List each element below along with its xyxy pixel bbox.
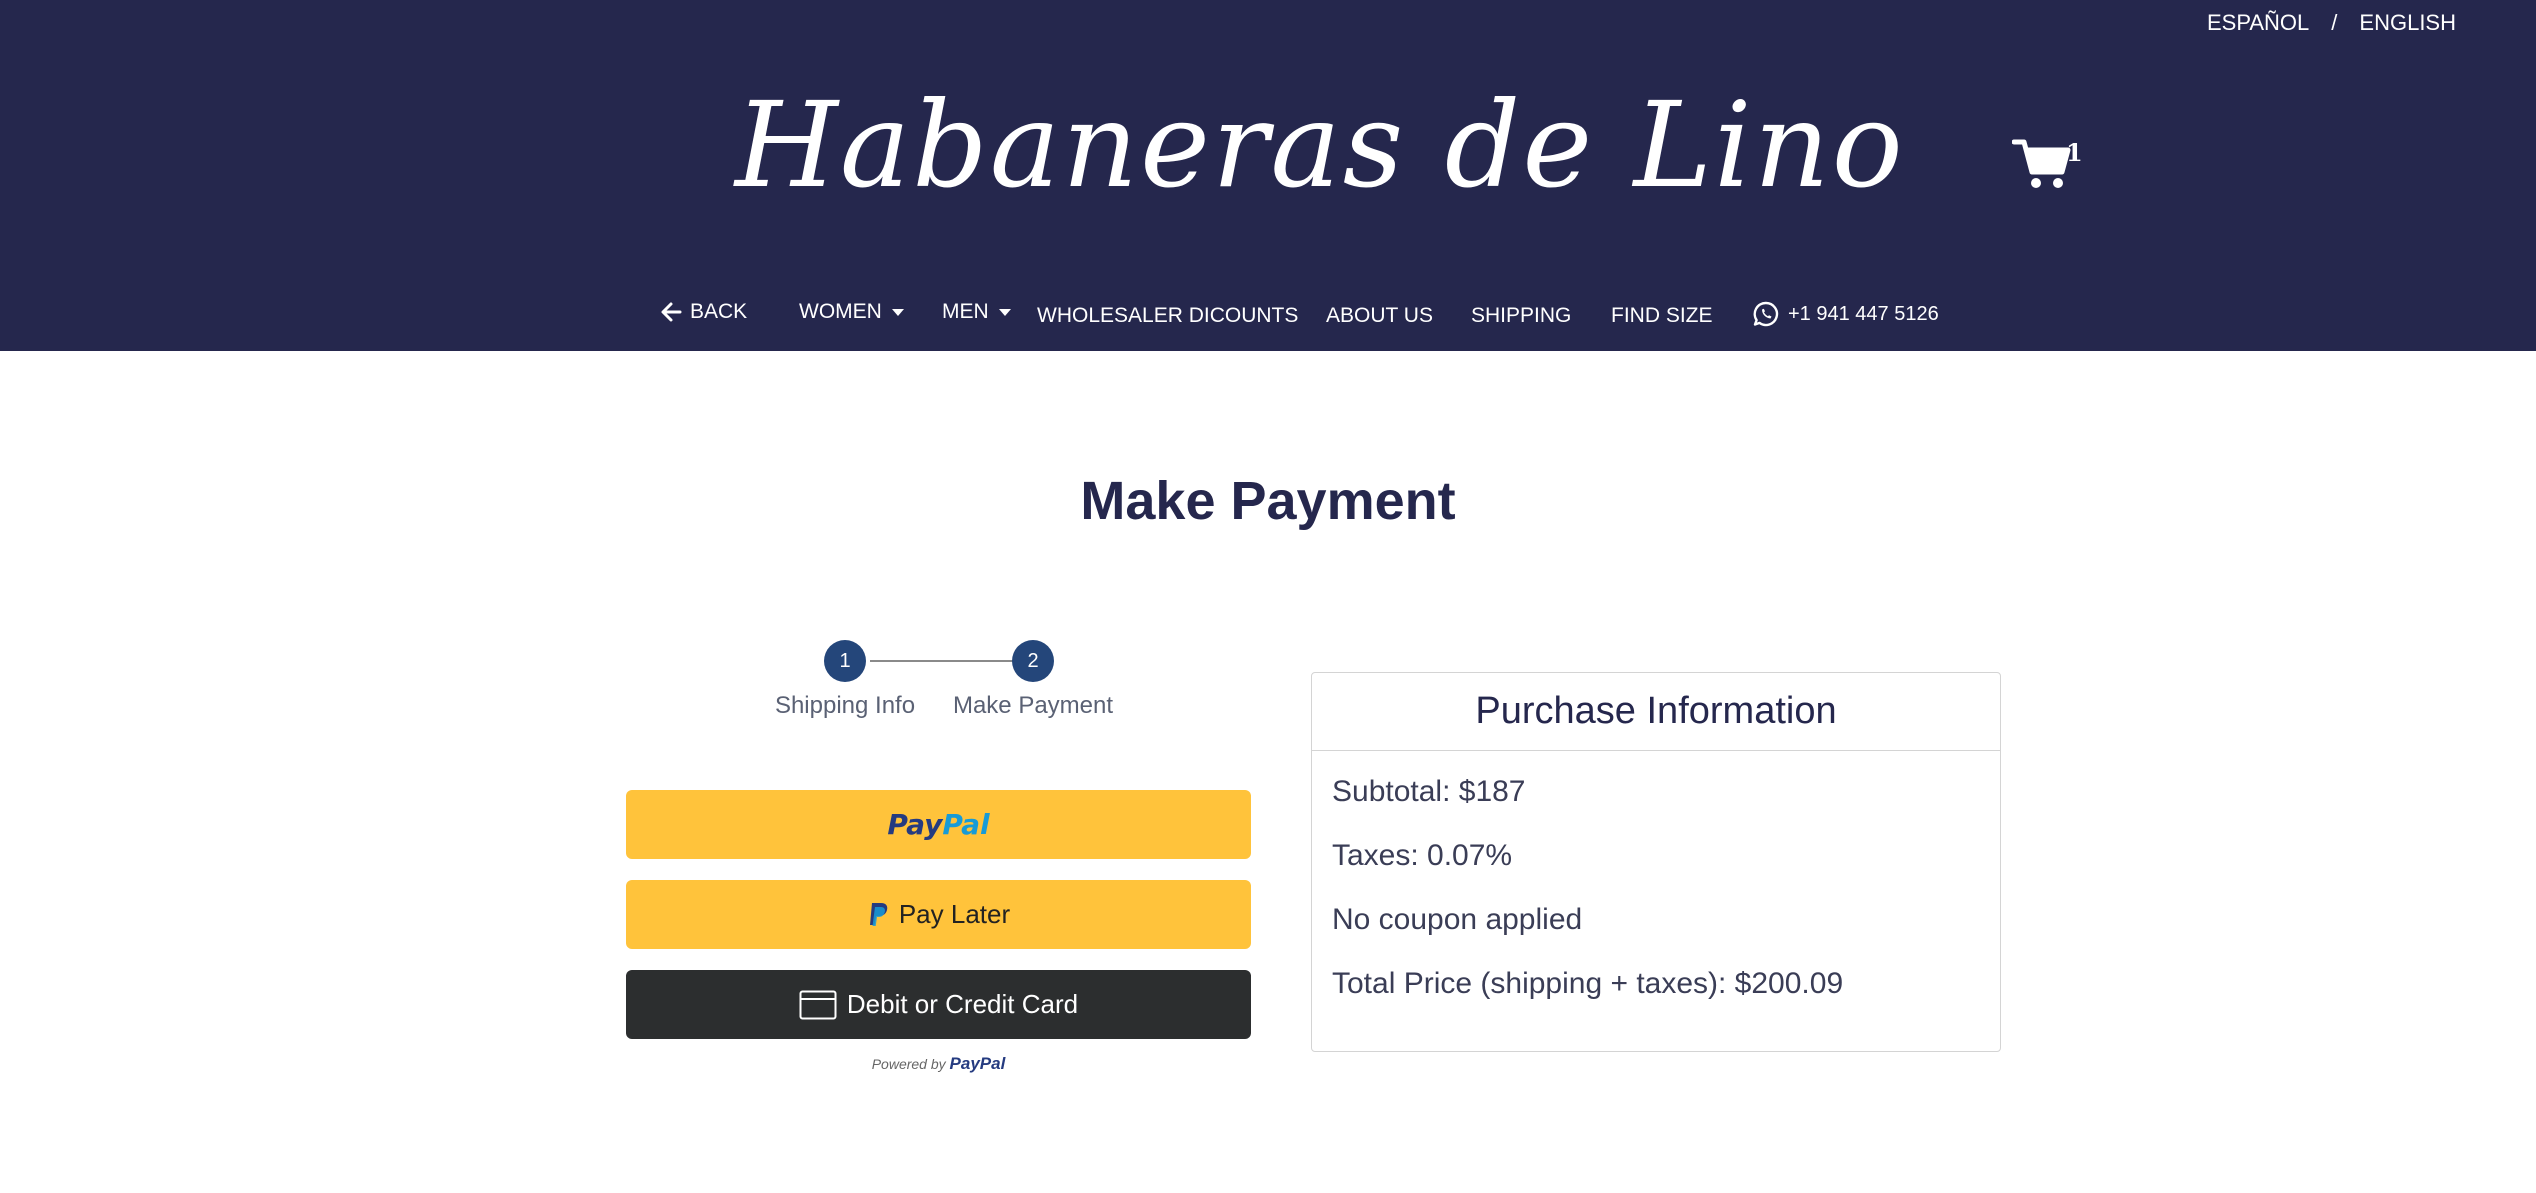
paypal-logo: PayPal xyxy=(887,808,990,841)
checkout-stepper: 1 2 Shipping Info Make Payment xyxy=(760,636,1140,736)
powered-by-text: Powered by xyxy=(871,1056,946,1072)
caret-down-icon xyxy=(998,308,1011,316)
purchase-information-title: Purchase Information xyxy=(1312,673,2000,751)
step-2-label: Make Payment xyxy=(952,692,1114,719)
lang-espanol-link[interactable]: ESPAÑOL xyxy=(2207,10,2309,36)
taxes-text: Taxes: 0.07% xyxy=(1332,839,1513,872)
nav-men-label: MEN xyxy=(942,300,989,323)
lang-english-link[interactable]: ENGLISH xyxy=(2359,10,2456,36)
pay-later-label: Pay Later xyxy=(898,899,1011,929)
nav-whatsapp-link[interactable]: +1 941 447 5126 xyxy=(1752,294,1939,334)
cart-count-badge: 1 xyxy=(2066,138,2083,167)
nav-find-size-link[interactable]: FIND SIZE xyxy=(1611,296,1713,336)
powered-by-brand: PayPal xyxy=(949,1054,1006,1073)
coupon-text: No coupon applied xyxy=(1332,903,1583,936)
nav-men-dropdown[interactable]: MEN xyxy=(942,292,1011,332)
caret-down-icon xyxy=(891,308,904,316)
site-header: ESPAÑOL / ENGLISH Habaneras de Lino 1 BA… xyxy=(0,0,2536,351)
powered-by-paypal: Powered by PayPal xyxy=(626,1054,1251,1074)
step-1-circle: 1 xyxy=(824,640,866,682)
card-button-label: Debit or Credit Card xyxy=(846,989,1079,1019)
nav-wholesaler-link[interactable]: WHOLESALER DICOUNTS xyxy=(1037,296,1298,336)
total-price-text: Total Price (shipping + taxes): $200.09 xyxy=(1332,967,1844,1000)
language-switcher: ESPAÑOL / ENGLISH xyxy=(2207,10,2456,36)
lang-separator: / xyxy=(2331,10,2338,35)
nav-shipping-link[interactable]: SHIPPING xyxy=(1471,296,1571,336)
paypal-button[interactable]: PayPal xyxy=(626,790,1251,859)
paypal-p-icon xyxy=(869,902,888,926)
arrow-left-icon xyxy=(661,302,682,322)
nav-women-dropdown[interactable]: WOMEN xyxy=(799,292,904,332)
nav-phone-label: +1 941 447 5126 xyxy=(1788,302,1939,325)
site-logo[interactable]: Habaneras de Lino xyxy=(735,70,1903,220)
credit-card-icon xyxy=(799,990,837,1019)
step-2-circle: 2 xyxy=(1012,640,1054,682)
page-title: Make Payment xyxy=(1080,471,1456,531)
nav-women-label: WOMEN xyxy=(799,300,882,323)
nav-back-link[interactable]: BACK xyxy=(660,292,747,332)
nav-back-label: BACK xyxy=(690,300,748,323)
step-1-label: Shipping Info xyxy=(774,692,916,719)
purchase-information-card: Purchase Information Subtotal: $187 Taxe… xyxy=(1311,672,2001,1052)
main-nav: BACK WOMEN MEN WHOLESALER DICOUNTS ABOUT… xyxy=(0,292,2536,332)
purchase-information-body: Subtotal: $187 Taxes: 0.07% No coupon ap… xyxy=(1312,751,2000,1051)
whatsapp-icon xyxy=(1753,301,1779,327)
subtotal-text: Subtotal: $187 xyxy=(1332,775,1526,808)
nav-about-link[interactable]: ABOUT US xyxy=(1326,296,1433,336)
cart-icon[interactable] xyxy=(2012,136,2072,192)
pay-later-button[interactable]: Pay Later xyxy=(626,880,1251,949)
step-connector xyxy=(870,660,1016,662)
debit-credit-card-button[interactable]: Debit or Credit Card xyxy=(626,970,1251,1039)
